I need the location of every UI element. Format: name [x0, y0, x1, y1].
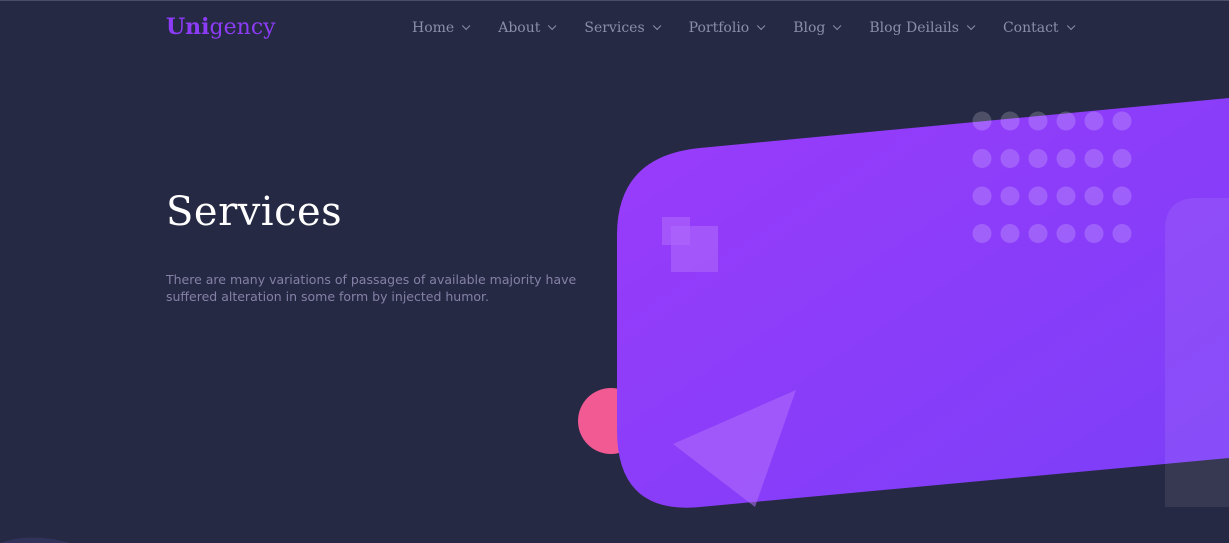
dot-shape: [1000, 149, 1020, 168]
chevron-down-icon: [1066, 21, 1075, 31]
dot-shape: [1056, 149, 1076, 168]
nav-label: Services: [584, 20, 645, 36]
nav-label: Home: [412, 20, 455, 36]
page-title: Services: [166, 189, 343, 235]
dot-shape: [1028, 149, 1048, 168]
chevron-down-icon: [548, 21, 557, 31]
dot-shape: [1084, 111, 1104, 131]
nav-item-about[interactable]: About: [498, 17, 557, 39]
dot-shape: [972, 111, 992, 131]
corner-shape: [0, 537, 70, 543]
panel-shape: [1165, 198, 1229, 507]
dot-shape: [972, 149, 992, 168]
dot-shape: [1112, 111, 1132, 131]
dot-shape: [1000, 111, 1020, 131]
dot-shape: [1112, 224, 1132, 243]
dot-shape: [972, 186, 992, 206]
nav-item-blog-details[interactable]: Blog Deilails: [869, 17, 976, 39]
hero-description: There are many variations of passages of…: [166, 272, 577, 304]
dot-shape: [972, 224, 992, 243]
dot-shape: [1028, 224, 1048, 243]
nav-label: Blog Deilails: [869, 20, 959, 36]
dot-shape: [1028, 186, 1048, 206]
nav-label: Contact: [1002, 20, 1059, 36]
logo[interactable]: Unigency: [166, 13, 276, 42]
chevron-down-icon: [652, 21, 661, 31]
dot-shape: [1028, 111, 1048, 131]
dot-shape: [1084, 149, 1104, 168]
square-shape: [671, 226, 718, 272]
header: Unigency Home About Services Portfolio B…: [0, 0, 1229, 54]
nav-label: About: [498, 20, 541, 36]
chevron-down-icon: [966, 21, 976, 31]
nav-label: Blog: [793, 20, 826, 36]
chevron-down-icon: [833, 21, 842, 31]
nav-item-contact[interactable]: Contact: [1002, 17, 1075, 39]
chevron-down-icon: [462, 21, 471, 31]
dot-shape: [1056, 224, 1076, 243]
dot-shape: [1056, 186, 1076, 206]
nav-item-blog[interactable]: Blog: [793, 17, 842, 39]
dot-shape: [1084, 224, 1104, 243]
chevron-down-icon: [757, 21, 766, 31]
dot-shape: [1112, 149, 1132, 168]
dot-shape: [1084, 186, 1104, 206]
nav-item-home[interactable]: Home: [412, 17, 471, 39]
nav-label: Portfolio: [688, 20, 750, 36]
logo-light-text: gency: [209, 15, 276, 40]
dot-shape: [1000, 224, 1020, 243]
nav-item-portfolio[interactable]: Portfolio: [688, 17, 766, 39]
dot-shape: [1000, 186, 1020, 206]
main-nav: Home About Services Portfolio Blog Blog …: [412, 17, 1075, 39]
dot-shape: [1112, 186, 1132, 206]
nav-item-services[interactable]: Services: [584, 17, 661, 39]
logo-bold-text: Uni: [166, 14, 210, 40]
page: Unigency Home About Services Portfolio B…: [0, 0, 1229, 543]
dot-shape: [1056, 111, 1076, 131]
